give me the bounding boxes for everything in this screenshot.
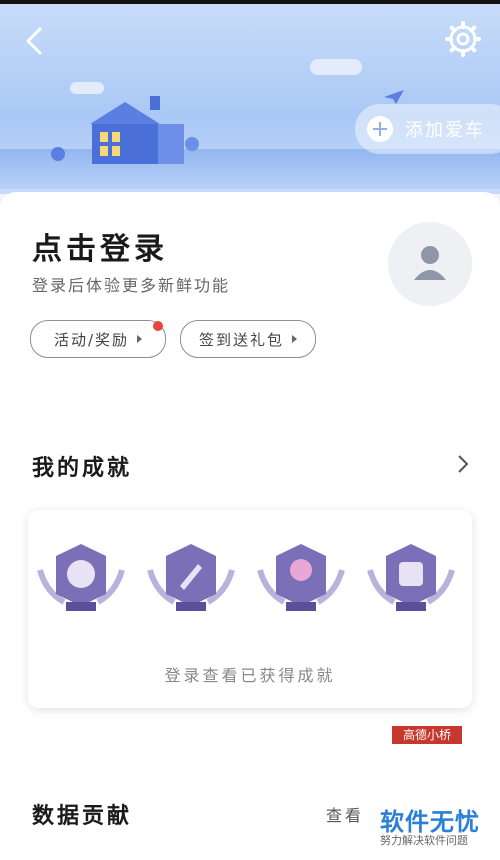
cloud [310, 59, 362, 75]
checkin-gift-label: 签到送礼包 [198, 330, 284, 349]
watermark-sub: 努力解决软件问题 [380, 834, 468, 847]
achievements-panel[interactable]: 登录查看已获得成就 [28, 510, 472, 708]
checkin-gift-button[interactable]: 签到送礼包 [180, 320, 316, 358]
arrow-right-icon [137, 335, 143, 343]
house-illustration [51, 96, 199, 164]
achievements-title: 我的成就 [32, 456, 133, 481]
hero-banner: 添加爱车 [0, 4, 500, 194]
notification-dot [153, 321, 163, 331]
gear-icon[interactable] [444, 20, 482, 58]
paper-plane-icon [384, 90, 404, 104]
back-icon[interactable] [22, 26, 48, 56]
chevron-right-icon[interactable] [456, 454, 470, 474]
login-subtitle: 登录后体验更多新鲜功能 [32, 276, 231, 295]
watermark-sign: 高德小桥 [392, 726, 462, 744]
detective-badge-icon [37, 544, 125, 611]
data-contribution-link[interactable]: 查看 [326, 802, 364, 826]
bus-badge-icon [367, 544, 455, 611]
cloud [70, 82, 104, 94]
rocket-badge-icon [147, 544, 235, 611]
activity-rewards-label: 活动/奖励 [53, 330, 130, 349]
activity-rewards-button[interactable]: 活动/奖励 [30, 320, 166, 358]
profile-card: 点击登录 登录后体验更多新鲜功能 活动/奖励 签到送礼包 我的成就 登录查看已获… [0, 192, 500, 860]
login-title[interactable]: 点击登录 [32, 224, 168, 268]
arrow-right-icon [292, 335, 297, 343]
avatar[interactable] [388, 222, 472, 306]
location-badge-icon [257, 544, 345, 611]
achievements-hint: 登录查看已获得成就 [164, 666, 336, 685]
add-car-label: 添加爱车 [405, 120, 485, 141]
plus-icon [367, 116, 393, 142]
data-contribution-title: 数据贡献 [32, 804, 133, 829]
add-car-button[interactable]: 添加爱车 [355, 104, 500, 154]
